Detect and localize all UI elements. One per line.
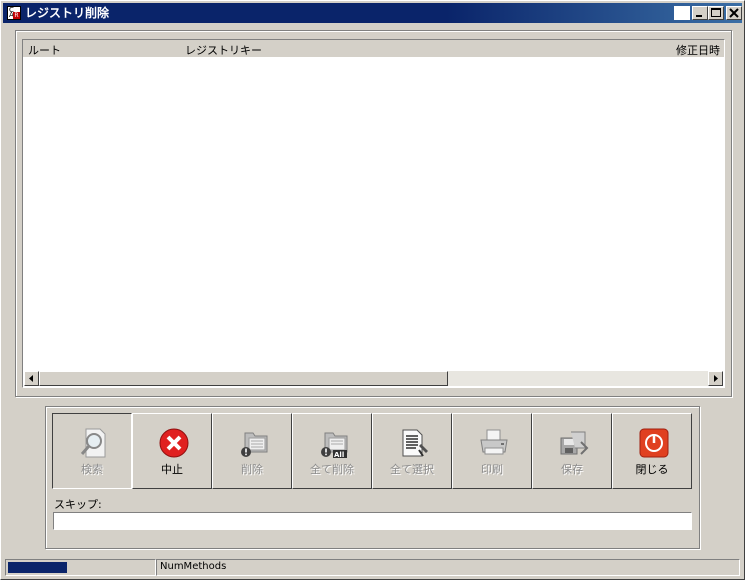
close-label: 閉じる: [635, 463, 669, 476]
title-bar[interactable]: C A R レジストリ削除: [3, 3, 742, 23]
toolbar: 検索 中止 削除 All 全て削除 全て選択 印刷 保存 閉じる: [52, 413, 692, 489]
minimize-button[interactable]: [692, 6, 708, 20]
search-label: 検索: [81, 463, 103, 476]
scroll-right-button[interactable]: [708, 371, 723, 386]
delete-all-button[interactable]: All 全て削除: [292, 413, 372, 489]
column-registry-key[interactable]: レジストリキー: [185, 42, 262, 58]
list-header: ルート レジストリキー 修正日時: [23, 40, 724, 57]
delete-folder-icon: [241, 432, 268, 457]
power-icon: [639, 428, 669, 458]
delete-all-label: 全て削除: [310, 463, 354, 476]
delete-all-folder-icon: All: [321, 432, 348, 459]
registry-app-icon[interactable]: C A R: [7, 6, 21, 20]
scroll-thumb[interactable]: [39, 371, 448, 386]
status-bar: NumMethods: [3, 558, 742, 577]
maximize-button[interactable]: [708, 6, 724, 20]
select-all-button[interactable]: 全て選択: [372, 413, 452, 489]
progress-panel: [5, 559, 156, 576]
stop-label: 中止: [161, 463, 183, 476]
print-label: 印刷: [481, 463, 503, 476]
close-button[interactable]: 閉じる: [612, 413, 692, 489]
print-button[interactable]: 印刷: [452, 413, 532, 489]
blank-title-button[interactable]: [674, 6, 690, 20]
status-text-panel: NumMethods: [156, 559, 740, 576]
delete-button[interactable]: 削除: [212, 413, 292, 489]
registry-delete-window: C A R レジストリ削除 ルート レジストリキー 修正日時 検索 中止 削除 …: [0, 0, 745, 580]
window-title: レジストリ削除: [25, 6, 110, 20]
search-button[interactable]: 検索: [52, 413, 132, 489]
printer-icon: [480, 429, 508, 455]
save-button[interactable]: 保存: [532, 413, 612, 489]
horizontal-scrollbar[interactable]: [24, 371, 723, 386]
delete-label: 削除: [241, 463, 263, 476]
skip-input[interactable]: [53, 512, 692, 530]
arrow-right-icon: [714, 375, 718, 382]
stop-x-icon: [159, 428, 189, 458]
minimize-icon: [696, 15, 702, 17]
skip-label: スキップ:: [54, 498, 102, 511]
close-icon: [729, 8, 739, 18]
progress-bar: [8, 562, 67, 573]
select-all-document-icon: [402, 429, 428, 457]
column-root[interactable]: ルート: [28, 42, 61, 58]
stop-button[interactable]: 中止: [132, 413, 212, 489]
arrow-left-icon: [29, 375, 33, 382]
close-window-button[interactable]: [726, 6, 742, 20]
save-label: 保存: [561, 463, 583, 476]
registry-list-view[interactable]: ルート レジストリキー 修正日時: [22, 39, 725, 388]
scroll-left-button[interactable]: [24, 371, 39, 386]
svg-text:All: All: [334, 451, 344, 459]
select-all-label: 全て選択: [390, 463, 434, 476]
magnifier-icon: [80, 428, 106, 458]
save-disk-icon: [560, 431, 589, 455]
column-modified[interactable]: 修正日時: [676, 42, 720, 58]
status-text: NumMethods: [160, 561, 227, 572]
maximize-icon: [711, 8, 721, 17]
